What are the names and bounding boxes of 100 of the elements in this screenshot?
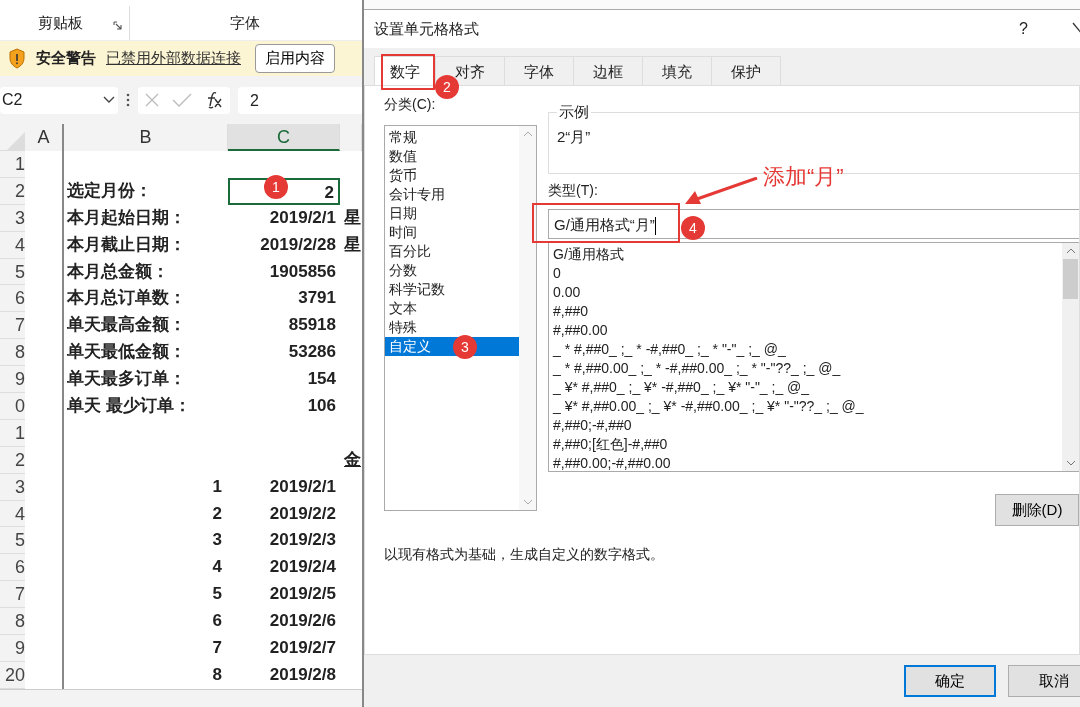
help-button[interactable]: ? (1019, 20, 1028, 38)
table-cell: 2019/2/2 (269, 503, 336, 523)
highlight-frame (381, 54, 435, 90)
category-item[interactable]: 百分比 (389, 242, 515, 261)
format-item[interactable]: #,##0.00;-#,##0.00 (553, 454, 1058, 473)
scroll-down-icon[interactable] (1065, 460, 1076, 466)
table-cell: 53286 (288, 342, 336, 362)
chevron-down-icon (103, 96, 115, 104)
ok-button[interactable]: 确定 (904, 665, 996, 697)
row-number[interactable]: 4 (0, 500, 25, 528)
format-item[interactable]: _ ¥* #,##0_ ;_ ¥* -#,##0_ ;_ ¥* "-"_ ;_ @_ (553, 378, 1058, 397)
table-cell: 8 (212, 664, 222, 684)
category-item[interactable]: 数值 (389, 147, 515, 166)
format-item[interactable]: #,##0 (553, 302, 1058, 321)
table-cell: 2019/2/1 (269, 207, 336, 227)
row-number[interactable]: 20 (0, 661, 25, 689)
row-number[interactable]: 1 (0, 419, 25, 447)
table-cell: 4 (212, 557, 222, 577)
format-item[interactable]: #,##0;-#,##0 (553, 416, 1058, 435)
ribbon-group-label: 剪贴板 (38, 13, 83, 33)
category-item[interactable]: 会计专用 (389, 185, 515, 204)
row-number[interactable]: 9 (0, 366, 25, 393)
table-cell: 85918 (288, 315, 336, 335)
category-item[interactable]: 日期 (389, 204, 515, 223)
row-number[interactable]: 8 (0, 339, 25, 367)
row-number[interactable]: 1 (0, 151, 25, 178)
row-number[interactable]: 6 (0, 554, 25, 582)
step-badge: 1 (264, 175, 288, 199)
format-item[interactable]: #,##0;[红色]-#,##0 (553, 435, 1058, 454)
table-cell: 2019/2/1 (269, 476, 336, 496)
row-number[interactable]: 9 (0, 635, 25, 662)
format-item[interactable]: 0 (553, 264, 1058, 283)
format-item[interactable]: _ * #,##0_ ;_ * -#,##0_ ;_ * "-"_ ;_ @_ (553, 340, 1058, 359)
scrollbar[interactable] (1062, 243, 1079, 471)
category-item[interactable]: 时间 (389, 223, 515, 242)
row-number[interactable]: 8 (0, 608, 25, 636)
row-number[interactable]: 3 (0, 473, 25, 501)
table-cell: 2019/2/6 (269, 611, 336, 631)
table-cell: 本月截止日期： (67, 234, 186, 254)
table-cell: 2019/2/8 (269, 664, 336, 684)
row-number[interactable]: 4 (0, 231, 25, 259)
row-number[interactable]: 5 (0, 527, 25, 555)
column-header[interactable]: A (25, 124, 64, 151)
scrollbar[interactable] (519, 126, 536, 510)
delete-button[interactable]: 删除(D) (995, 494, 1079, 526)
tab[interactable]: 数字 (374, 56, 436, 85)
scrollbar-thumb[interactable] (1063, 259, 1078, 299)
table-cell: 2 (212, 503, 222, 523)
ribbon-group-label: 字体 (230, 13, 260, 33)
table-cell: 星 (344, 207, 361, 227)
callout-text: 添加“月” (763, 163, 844, 191)
dialog-launcher-icon[interactable] (113, 21, 123, 31)
table-cell: 单天最低金额： (67, 342, 186, 362)
formula-input[interactable]: 2 (238, 86, 362, 114)
format-item[interactable]: 0.00 (553, 283, 1058, 302)
format-item[interactable]: G/通用格式 (553, 245, 1058, 264)
table-cell: 选定月份： (67, 180, 152, 200)
row-number[interactable]: 5 (0, 258, 25, 286)
row-number[interactable]: 7 (0, 312, 25, 340)
more-dots-icon (126, 93, 130, 107)
category-item[interactable]: 特殊 (389, 318, 515, 337)
scroll-down-icon[interactable] (522, 499, 533, 505)
row-number[interactable]: 6 (0, 285, 25, 313)
row-number[interactable]: 3 (0, 204, 25, 232)
table-cell: 星 (344, 234, 361, 254)
table-cell: 2019/2/7 (269, 638, 336, 658)
table-cell: 6 (212, 611, 222, 631)
row-number[interactable]: 0 (0, 393, 25, 420)
format-item[interactable]: _ * #,##0.00_ ;_ * -#,##0.00_ ;_ * "-"??_ ;_ @_ (553, 359, 1058, 378)
category-item[interactable]: 常规 (389, 128, 515, 147)
row-number[interactable]: 2 (0, 177, 25, 205)
scroll-up-icon[interactable] (522, 131, 533, 137)
enable-content-button[interactable]: 启用内容 (255, 44, 335, 73)
description-text: 以现有格式为基础，生成自定义的数字格式。 (384, 546, 665, 564)
tab[interactable]: 保护 (711, 56, 781, 85)
format-item[interactable]: _ ¥* #,##0.00_ ;_ ¥* -#,##0.00_ ;_ ¥* "-"??_ ;_ @_ (553, 397, 1058, 416)
row-number[interactable]: 2 (0, 446, 25, 474)
name-box[interactable]: C2 (0, 86, 118, 114)
window-title: 设置单元格格式 (374, 19, 479, 39)
sample-label: 示例 (557, 103, 591, 122)
row-number[interactable]: 7 (0, 581, 25, 609)
scroll-up-icon[interactable] (1065, 248, 1076, 254)
table-cell: 5 (212, 584, 222, 604)
format-item[interactable]: #,##0.00 (553, 321, 1058, 340)
table-cell: 单天 最少订单： (67, 396, 191, 415)
check-icon[interactable] (172, 93, 192, 107)
warning-title: 安全警告 (36, 49, 96, 68)
table-cell: 106 (307, 396, 336, 415)
cancel-button[interactable]: 取消 (1008, 665, 1080, 697)
category-item[interactable]: 文本 (389, 299, 515, 318)
table-cell: 3791 (298, 288, 336, 308)
column-header[interactable]: C (228, 124, 340, 151)
table-cell: 2019/2/3 (269, 530, 336, 550)
category-item[interactable]: 自定义 3 (385, 337, 519, 356)
table-cell: 金 (344, 449, 361, 469)
category-item[interactable]: 分数 (389, 261, 515, 280)
category-item[interactable]: 科学记数 (389, 280, 515, 299)
cancel-icon[interactable] (144, 92, 160, 108)
table-cell: 154 (307, 369, 336, 389)
category-item[interactable]: 货币 (389, 166, 515, 185)
